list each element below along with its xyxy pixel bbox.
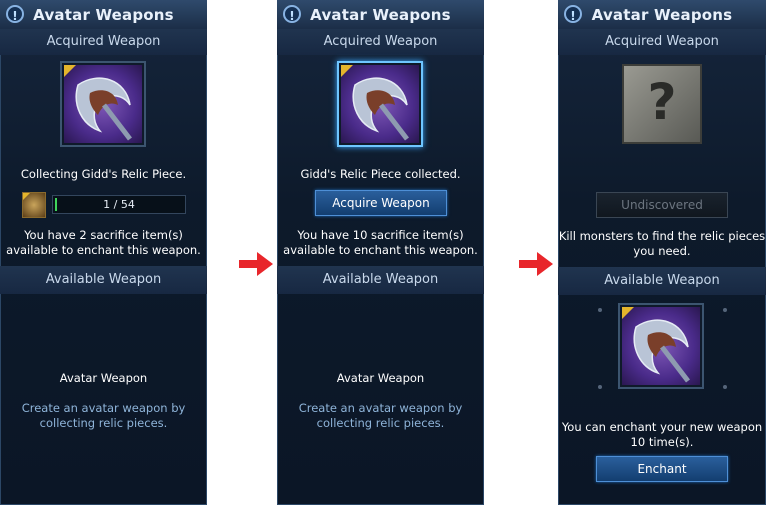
avatar-weapons-panel-1: ! Avatar Weapons Acquired Weapon Collect… bbox=[0, 0, 207, 505]
available-weapon-header: Available Weapon bbox=[558, 267, 766, 295]
question-mark-icon: ? bbox=[647, 73, 677, 131]
panel-title: Avatar Weapons bbox=[33, 6, 174, 24]
title-bar: ! Avatar Weapons bbox=[558, 0, 766, 32]
kill-monsters-text-line-1: Kill monsters to find the relic pieces bbox=[558, 229, 766, 243]
frame-dot bbox=[723, 385, 727, 389]
kill-monsters-text-line-2: you need. bbox=[633, 244, 691, 258]
available-weapon-header: Available Weapon bbox=[0, 266, 207, 294]
avatar-weapon-desc-line-2: collecting relic pieces. bbox=[39, 416, 168, 430]
enchant-text-line-2: 10 time(s). bbox=[630, 435, 694, 449]
title-bar: ! Avatar Weapons bbox=[0, 0, 207, 32]
panel-title: Avatar Weapons bbox=[310, 6, 451, 24]
frame-dot bbox=[598, 385, 602, 389]
undiscovered-button: Undiscovered bbox=[596, 192, 728, 218]
available-weapon-slot[interactable] bbox=[618, 303, 704, 389]
title-bar: ! Avatar Weapons bbox=[277, 0, 484, 32]
right-arrow-icon bbox=[519, 252, 553, 276]
panel-title: Avatar Weapons bbox=[591, 6, 733, 24]
rarity-corner bbox=[341, 65, 353, 77]
avatar-weapon-desc-line-1: Create an avatar weapon by bbox=[298, 401, 463, 415]
acquired-weapon-slot[interactable] bbox=[60, 61, 146, 147]
sacrifice-text-line-2: available to enchant this weapon. bbox=[6, 243, 201, 257]
right-arrow-icon bbox=[239, 252, 273, 276]
acquire-weapon-button[interactable]: Acquire Weapon bbox=[315, 190, 447, 216]
avatar-weapon-desc-line-2: collecting relic pieces. bbox=[316, 416, 445, 430]
rarity-corner bbox=[64, 65, 76, 77]
enchant-button[interactable]: Enchant bbox=[596, 456, 728, 482]
avatar-weapon-heading: Avatar Weapon bbox=[336, 371, 425, 385]
acquired-weapon-header: Acquired Weapon bbox=[0, 29, 207, 55]
relic-piece-icon bbox=[22, 192, 46, 218]
available-weapon-header: Available Weapon bbox=[277, 266, 484, 294]
sacrifice-text-line-1: You have 10 sacrifice item(s) bbox=[297, 228, 464, 242]
relic-progress-bar: 1 / 54 bbox=[52, 195, 186, 214]
avatar-weapon-heading: Avatar Weapon bbox=[59, 371, 148, 385]
collect-status-text: Collecting Gidd's Relic Piece. bbox=[20, 167, 187, 181]
acquired-weapon-header: Acquired Weapon bbox=[558, 29, 766, 55]
avatar-weapons-panel-2: ! Avatar Weapons Acquired Weapon Gidd's … bbox=[277, 0, 484, 505]
collect-status-text: Gidd's Relic Piece collected. bbox=[300, 167, 461, 181]
enchant-text-line-1: You can enchant your new weapon bbox=[561, 420, 763, 434]
frame-dot bbox=[723, 308, 727, 312]
rarity-corner bbox=[622, 307, 634, 319]
acquired-weapon-header: Acquired Weapon bbox=[277, 29, 484, 55]
avatar-weapon-desc-line-1: Create an avatar weapon by bbox=[21, 401, 186, 415]
sacrifice-text-line-2: available to enchant this weapon. bbox=[283, 243, 478, 257]
relic-rarity-corner bbox=[23, 193, 30, 200]
sacrifice-text-line-1: You have 2 sacrifice item(s) bbox=[24, 228, 183, 242]
relic-progress-text: 1 / 54 bbox=[103, 198, 135, 211]
unknown-weapon-slot[interactable]: ? bbox=[622, 64, 702, 144]
acquired-weapon-slot[interactable] bbox=[337, 61, 423, 147]
frame-dot bbox=[598, 308, 602, 312]
avatar-weapons-panel-3: ! Avatar Weapons Acquired Weapon ? Undis… bbox=[558, 0, 766, 505]
